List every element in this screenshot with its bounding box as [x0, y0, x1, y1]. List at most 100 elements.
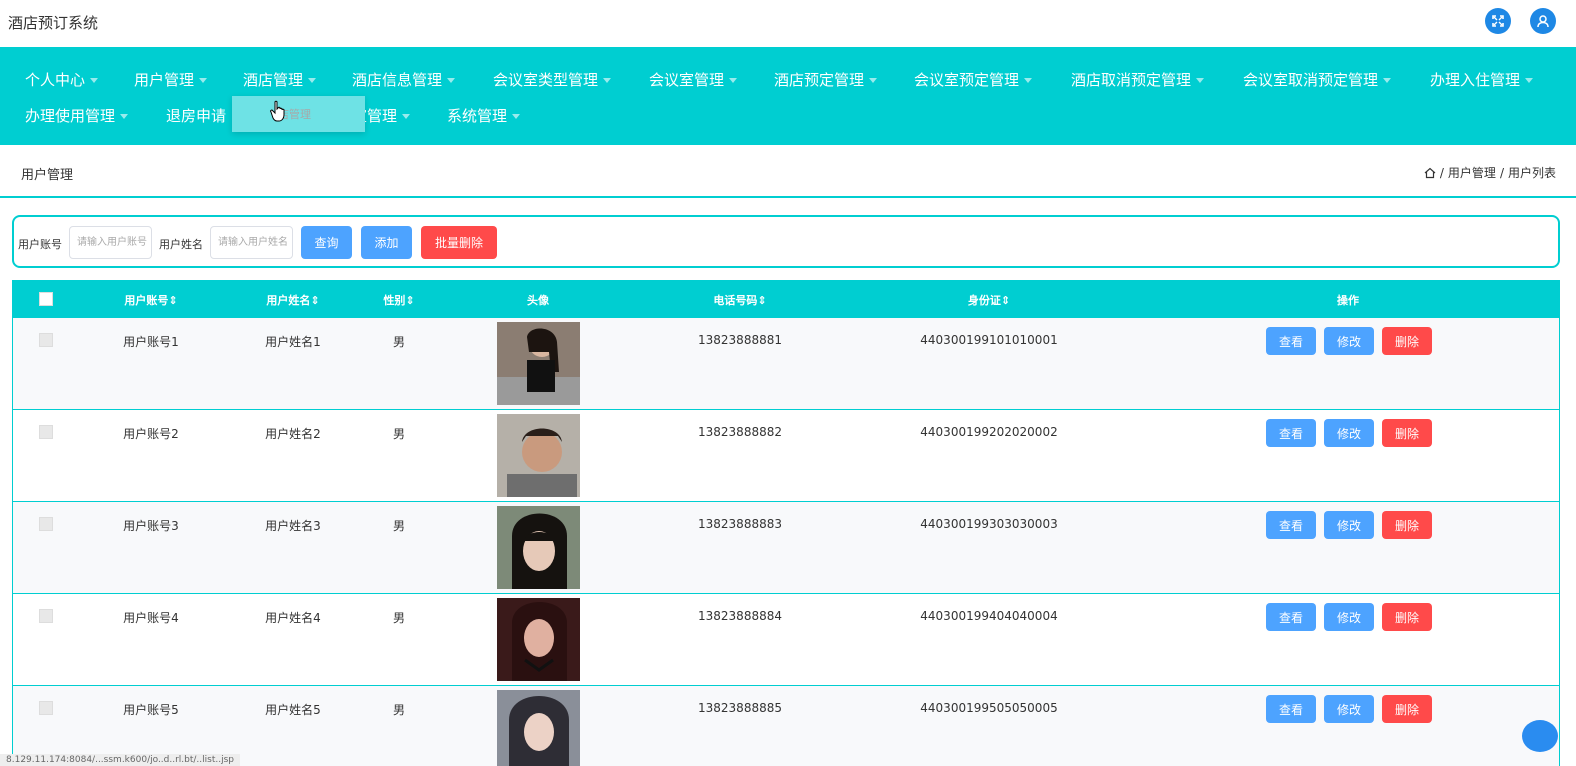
chevron-down-icon	[402, 114, 411, 119]
delete-button[interactable]: 删除	[1382, 419, 1432, 447]
edit-button[interactable]: 修改	[1324, 419, 1374, 447]
select-all-checkbox[interactable]	[39, 292, 53, 306]
nav-hotel-info[interactable]: 酒店信息管理	[352, 69, 456, 90]
nav-label: 会议室类型管理	[493, 71, 599, 89]
cell-idcard: 440300199101010001	[920, 333, 1058, 347]
user-avatar-icon[interactable]	[1530, 8, 1556, 34]
fullscreen-icon[interactable]	[1485, 8, 1511, 34]
cell-name: 用户姓名3	[265, 519, 321, 533]
nav-label: 会议室预定管理	[914, 71, 1020, 89]
delete-button[interactable]: 删除	[1382, 511, 1432, 539]
avatar	[497, 690, 580, 766]
batch-delete-button[interactable]: 批量删除	[421, 226, 497, 259]
chevron-down-icon	[512, 114, 521, 119]
avatar-photo	[497, 414, 580, 497]
edit-button[interactable]: 修改	[1324, 695, 1374, 723]
nav-label: 办理入住管理	[1430, 71, 1521, 89]
chevron-down-icon	[120, 114, 129, 119]
view-button[interactable]: 查看	[1266, 419, 1316, 447]
delete-button[interactable]: 删除	[1382, 327, 1432, 355]
nav-room-booking[interactable]: 会议室预定管理	[914, 69, 1033, 90]
status-url: 8.129.11.174:8084/...ssm.k600/jo..d..rl.…	[0, 754, 241, 766]
delete-button[interactable]: 删除	[1382, 603, 1432, 631]
account-search-input[interactable]: 请输入用户账号	[69, 226, 152, 259]
floating-chat-button[interactable]	[1522, 720, 1558, 752]
cell-name: 用户姓名5	[265, 703, 321, 717]
table-row: 用户账号2 用户姓名2 男 13823888882 44030019920202…	[13, 410, 1559, 502]
header-label: 身份证	[967, 294, 1001, 307]
cell-phone: 13823888885	[698, 701, 782, 715]
row-checkbox[interactable]	[39, 701, 53, 715]
nav-label: 酒店取消预定管理	[1071, 71, 1192, 89]
avatar	[497, 322, 580, 405]
home-icon[interactable]	[1424, 167, 1436, 179]
chevron-down-icon	[1196, 78, 1205, 83]
chevron-down-icon	[199, 78, 208, 83]
cell-idcard: 440300199505050005	[920, 701, 1058, 715]
nav-checkin[interactable]: 办理入住管理	[1430, 69, 1534, 90]
breadcrumb: / 用户管理 / 用户列表	[1424, 164, 1556, 181]
header-phone[interactable]: 电话号码⇕	[713, 292, 766, 308]
delete-button[interactable]: 删除	[1382, 695, 1432, 723]
view-button[interactable]: 查看	[1266, 327, 1316, 355]
cell-phone: 13823888882	[698, 425, 782, 439]
edit-button[interactable]: 修改	[1324, 511, 1374, 539]
nav-label: 用户管理	[134, 71, 195, 89]
cell-idcard: 440300199202020002	[920, 425, 1058, 439]
table-row: 用户账号3 用户姓名3 男 13823888883 44030019930303…	[13, 502, 1559, 594]
cell-account: 用户账号1	[123, 335, 179, 349]
cell-idcard: 440300199404040004	[920, 609, 1058, 623]
nav-label: 会议室管理	[649, 71, 725, 89]
name-label: 用户姓名	[159, 238, 203, 251]
user-glyph	[1537, 15, 1549, 28]
hand-cursor-icon	[270, 100, 285, 122]
hotel-dropdown-menu: 店管理	[232, 96, 365, 132]
nav-personal-center[interactable]: 个人中心	[25, 69, 99, 90]
avatar	[497, 598, 580, 681]
header-avatar: 头像	[527, 294, 549, 307]
avatar-photo	[497, 690, 580, 766]
row-checkbox[interactable]	[39, 333, 53, 347]
avatar	[497, 506, 580, 589]
row-checkbox[interactable]	[39, 609, 53, 623]
view-button[interactable]: 查看	[1266, 695, 1316, 723]
nav-system[interactable]: 系统管理	[447, 105, 521, 126]
row-checkbox[interactable]	[39, 517, 53, 531]
nav-user-management[interactable]: 用户管理	[134, 69, 208, 90]
nav-checkout-request[interactable]: 退房申请	[166, 105, 226, 126]
cell-account: 用户账号4	[123, 611, 179, 625]
cell-phone: 13823888881	[698, 333, 782, 347]
header-gender[interactable]: 性别⇕	[383, 292, 414, 308]
cell-gender: 男	[392, 427, 406, 441]
cell-name: 用户姓名2	[265, 427, 321, 441]
view-button[interactable]: 查看	[1266, 603, 1316, 631]
header-name[interactable]: 用户姓名⇕	[266, 292, 319, 308]
cell-gender: 男	[392, 335, 406, 349]
breadcrumb-user-management[interactable]: 用户管理	[1448, 164, 1496, 181]
nav-label: 系统管理	[447, 107, 508, 125]
nav-label: 退房申请	[166, 107, 227, 125]
avatar	[497, 414, 580, 497]
nav-meeting-room[interactable]: 会议室管理	[649, 69, 738, 90]
header-label: 用户账号	[124, 294, 169, 307]
add-button[interactable]: 添加	[361, 226, 412, 259]
nav-hotel-cancel[interactable]: 酒店取消预定管理	[1071, 69, 1205, 90]
row-checkbox[interactable]	[39, 425, 53, 439]
nav-label: 办理使用管理	[25, 107, 116, 125]
nav-room-cancel[interactable]: 会议室取消预定管理	[1243, 69, 1392, 90]
edit-button[interactable]: 修改	[1324, 327, 1374, 355]
edit-button[interactable]: 修改	[1324, 603, 1374, 631]
header-idcard[interactable]: 身份证⇕	[968, 292, 1010, 308]
cell-gender: 男	[392, 519, 406, 533]
chevron-down-icon	[90, 78, 99, 83]
name-search-input[interactable]: 请输入用户姓名	[210, 226, 293, 259]
cell-phone: 13823888884	[698, 609, 782, 623]
header-label: 用户姓名	[266, 294, 311, 307]
nav-usage[interactable]: 办理使用管理	[25, 105, 129, 126]
query-button[interactable]: 查询	[301, 226, 352, 259]
header-account[interactable]: 用户账号⇕	[124, 292, 177, 308]
nav-hotel-booking[interactable]: 酒店预定管理	[774, 69, 878, 90]
nav-hotel-management[interactable]: 酒店管理	[243, 69, 317, 90]
nav-room-type[interactable]: 会议室类型管理	[493, 69, 612, 90]
view-button[interactable]: 查看	[1266, 511, 1316, 539]
